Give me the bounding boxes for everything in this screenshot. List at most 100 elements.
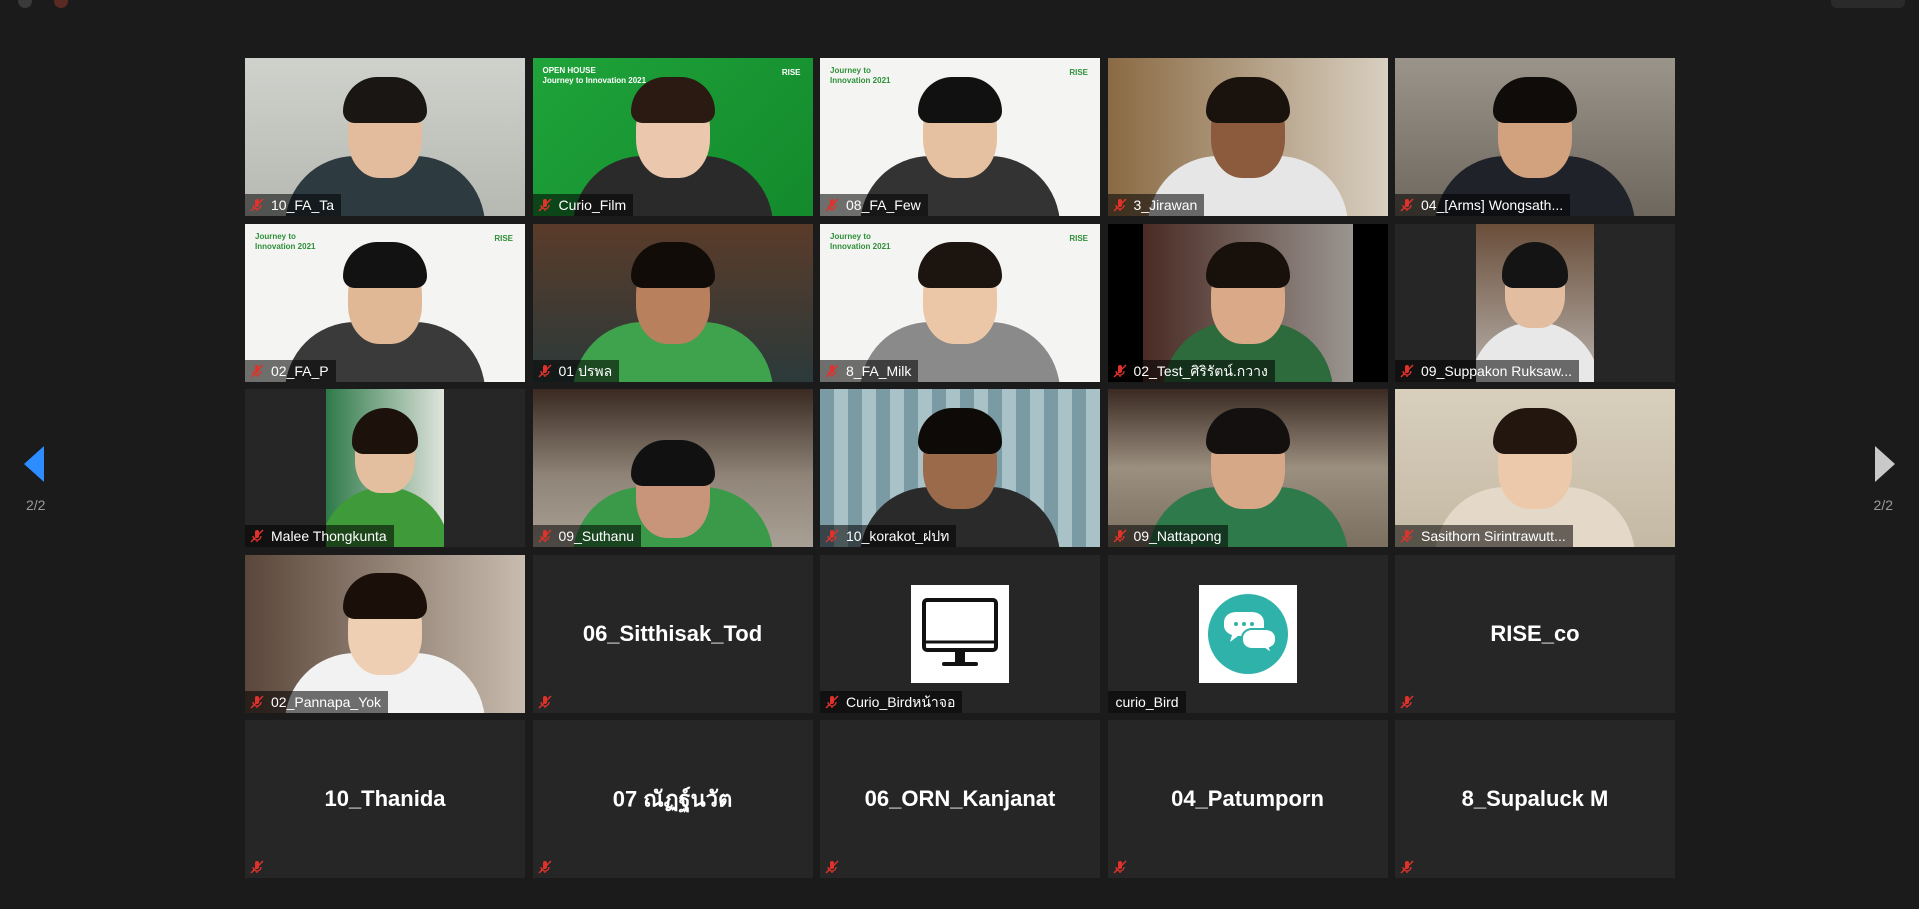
participant-tile[interactable]: Sasithorn Sirintrawutt... — [1395, 389, 1675, 547]
participant-name-label: 10_FA_Ta — [245, 194, 342, 216]
video-feed: Journey to Innovation 2021 RISE — [245, 223, 525, 382]
page-indicator-left: 2/2 — [26, 497, 46, 513]
participant-tile[interactable]: Curio_Birdหน้าจอ — [820, 554, 1100, 713]
participant-name: 10_Thanida — [324, 786, 446, 811]
page-indicator-right: 2/2 — [1873, 497, 1893, 513]
participant-tile[interactable]: OPEN HOUSE Journey to Innovation 2021 RI… — [532, 58, 813, 216]
participant-name-label: 02_Pannapa_Yok — [245, 690, 389, 713]
muted-mic-icon — [1400, 529, 1414, 543]
banner-logo: RISE — [781, 68, 801, 77]
muted-mic-icon — [537, 529, 552, 543]
muted-mic-icon — [1112, 198, 1127, 212]
participant-tile[interactable]: Journey to Innovation 2021 RISE 8_FA_Mil… — [820, 223, 1100, 382]
participant-tile[interactable]: RISE_co — [1395, 554, 1675, 713]
toolbar-icon[interactable] — [18, 0, 32, 8]
participant-tile[interactable]: 07 ณัฏฐ์นวัต — [532, 720, 813, 878]
participant-tile[interactable]: 04_[Arms] Wongsath... — [1395, 58, 1675, 216]
video-feed: OPEN HOUSE Journey to Innovation 2021 RI… — [532, 58, 813, 216]
muted-mic-icon — [825, 529, 839, 543]
muted-mic-icon — [1112, 363, 1127, 378]
participant-name: 09_Suthanu — [558, 528, 635, 544]
participant-name-label: Malee Thongkunta — [245, 525, 394, 547]
participant-name: Curio_Birdหน้าจอ — [846, 693, 956, 710]
banner-subtitle: Journey to Innovation 2021 — [542, 76, 647, 85]
participant-tile[interactable]: 8_Supaluck M — [1395, 720, 1675, 878]
banner-logo: RISE — [1069, 68, 1088, 77]
participant-tile[interactable]: 10_Thanida — [245, 720, 525, 878]
participant-name-label: 02_Test_ศิริรัตน์.กวาง — [1107, 359, 1275, 382]
participant-name-label: Curio_Film — [532, 194, 634, 216]
muted-mic-icon — [250, 198, 264, 212]
participant-tile[interactable]: 10_korakot_ฝปท — [820, 389, 1100, 547]
participant-name: 10_FA_Ta — [271, 197, 335, 213]
participant-name: Malee Thongkunta — [271, 528, 387, 544]
participant-name-label: 02_FA_P — [245, 359, 336, 382]
participant-name-label: Curio_Birdหน้าจอ — [820, 690, 963, 713]
participant-name: Sasithorn Sirintrawutt... — [1421, 528, 1566, 544]
participant-name-label: 10_korakot_ฝปท — [820, 525, 957, 547]
avatar — [1198, 584, 1297, 683]
participant-tile[interactable]: 09_Suthanu — [532, 389, 813, 547]
participant-tile[interactable]: 10_FA_Ta — [245, 58, 525, 216]
banner-logo: RISE — [494, 233, 513, 243]
participant-name-label: 09_Suthanu — [532, 525, 642, 547]
participant-name: 02_Test_ศิริรัตน์.กวาง — [1133, 362, 1268, 379]
banner-title: Journey to — [830, 66, 871, 75]
participant-tile[interactable]: 01 ปรพล — [532, 223, 813, 382]
previous-page-arrow-icon[interactable] — [22, 444, 46, 484]
participant-name-label: curio_Bird — [1107, 690, 1186, 713]
video-feed — [1142, 223, 1353, 382]
participant-tile[interactable]: Journey to Innovation 2021 RISE 08_FA_Fe… — [820, 58, 1100, 216]
participant-name-label: 01 ปรพล — [532, 359, 620, 382]
participant-name-label: 09_Suppakon Ruksaw... — [1395, 359, 1579, 382]
participant-name: 10_korakot_ฝปท — [846, 528, 950, 544]
participant-name-label: 09_Nattapong — [1107, 525, 1229, 547]
participant-name: 04_[Arms] Wongsath... — [1421, 197, 1564, 213]
muted-mic-icon — [1112, 860, 1127, 874]
participant-tile[interactable]: Malee Thongkunta — [245, 389, 525, 547]
next-page-arrow-icon[interactable] — [1873, 444, 1897, 484]
monitor-icon — [922, 597, 998, 666]
video-feed — [532, 223, 813, 382]
muted-mic-icon — [537, 363, 552, 378]
participant-tile[interactable]: 3_Jirawan — [1107, 58, 1388, 216]
banner-subtitle: Innovation 2021 — [830, 241, 891, 251]
participant-name-label: 08_FA_Few — [820, 194, 928, 216]
view-button[interactable] — [1831, 0, 1905, 8]
participant-name: 04_Patumporn — [1171, 786, 1324, 811]
banner-title: Journey to — [255, 231, 296, 241]
banner-subtitle: Innovation 2021 — [830, 76, 891, 85]
gallery-grid: 10_FA_Ta OPEN HOUSE Journey to Innovatio… — [245, 58, 1675, 878]
participant-tile[interactable]: 09_Nattapong — [1107, 389, 1388, 547]
participant-name: 02_FA_P — [271, 362, 329, 379]
avatar — [911, 584, 1009, 683]
participant-tile[interactable]: 06_Sitthisak_Tod — [532, 554, 813, 713]
chat-bubbles-icon — [1207, 593, 1288, 674]
participant-name: 3_Jirawan — [1133, 197, 1198, 213]
participant-name: 06_ORN_Kanjanat — [864, 786, 1056, 811]
participant-tile[interactable]: 02_Pannapa_Yok — [245, 554, 525, 713]
banner-logo: RISE — [1069, 233, 1088, 243]
video-feed — [1476, 223, 1594, 382]
participant-tile[interactable]: Journey to Innovation 2021 RISE 02_FA_P — [245, 223, 525, 382]
video-feed — [820, 389, 1100, 547]
participant-tile[interactable]: 06_ORN_Kanjanat — [820, 720, 1100, 878]
muted-mic-icon — [1400, 860, 1414, 874]
banner-subtitle: Innovation 2021 — [255, 241, 316, 251]
participant-name: RISE_co — [1490, 620, 1580, 646]
video-feed — [532, 389, 813, 547]
participant-tile[interactable]: 09_Suppakon Ruksaw... — [1395, 223, 1675, 382]
participant-name-label: Sasithorn Sirintrawutt... — [1395, 525, 1573, 547]
participant-tile[interactable]: curio_Bird — [1107, 554, 1388, 713]
muted-mic-icon — [250, 860, 264, 874]
record-icon[interactable] — [54, 0, 68, 8]
top-toolbar — [0, 0, 1919, 8]
participant-name-label: 04_[Arms] Wongsath... — [1395, 194, 1571, 216]
video-feed — [1107, 389, 1388, 547]
participant-name: curio_Bird — [1115, 693, 1179, 710]
video-feed — [1395, 389, 1675, 547]
participant-tile[interactable]: 04_Patumporn — [1107, 720, 1388, 878]
participant-tile[interactable]: 02_Test_ศิริรัตน์.กวาง — [1107, 223, 1388, 382]
participant-name: 09_Suppakon Ruksaw... — [1421, 362, 1572, 379]
muted-mic-icon — [250, 694, 264, 709]
